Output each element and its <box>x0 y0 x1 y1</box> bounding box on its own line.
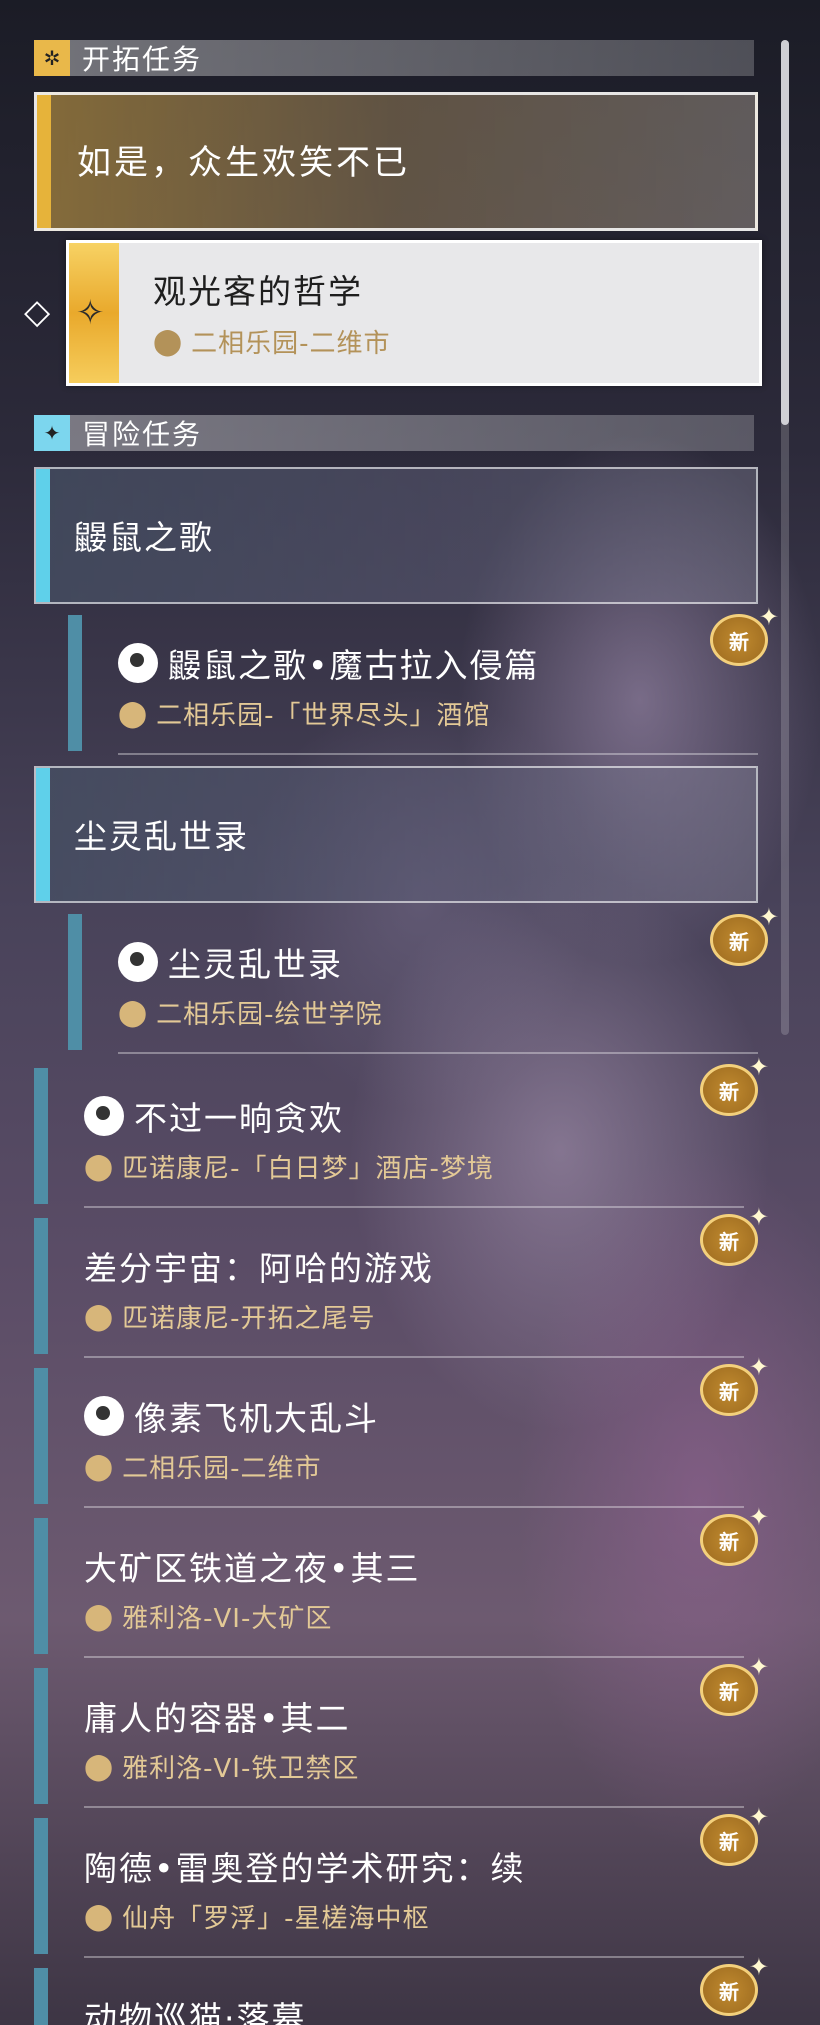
location-pin-icon: ⬤ <box>153 326 184 357</box>
location-text: 二相乐园-二维市 <box>191 329 391 359</box>
trailblaze-badge: ✧ <box>69 243 119 383</box>
selected-indicator-icon: ◇ <box>24 292 51 332</box>
new-badge: 新 ✦ <box>700 1653 769 1716</box>
new-badge: 新 ✦ <box>700 1803 769 1866</box>
divider <box>84 1956 744 1958</box>
quest-title: 鼹鼠之歌•魔古拉入侵篇 <box>118 639 539 687</box>
accent-bar <box>34 1668 48 1804</box>
quest-location: ⬤ 仙舟「罗浮」-星槎海中枢 <box>84 1901 430 1935</box>
accent-bar <box>34 1218 48 1354</box>
accent-bar <box>34 1818 48 1954</box>
mission-location: ⬤ 二相乐园-二维市 <box>153 323 391 360</box>
quest-location: ⬤ 雅利洛-VI-大矿区 <box>84 1601 333 1635</box>
accent-bar <box>34 1968 48 2025</box>
quest-title: 动物巡猫·落幕 <box>84 1999 307 2025</box>
location-pin-icon: ⬤ <box>118 997 149 1028</box>
section-title: 开拓任务 <box>82 43 203 76</box>
accent-bar <box>68 914 82 1050</box>
quest-item[interactable]: 陶德•雷奥登的学术研究：续 ⬤ 仙舟「罗浮」-星槎海中枢 <box>34 1818 744 1958</box>
group-title: 尘灵乱世录 <box>74 817 249 856</box>
quest-item[interactable]: 不过一晌贪欢 ⬤ 匹诺康尼-「白日梦」酒店-梦境 <box>34 1068 744 1208</box>
quest-location: ⬤ 匹诺康尼-「白日梦」酒店-梦境 <box>84 1151 494 1185</box>
quest-title: 大矿区铁道之夜•其三 <box>84 1549 421 1588</box>
accent-bar <box>34 1518 48 1654</box>
adventure-group-header[interactable]: 尘灵乱世录 <box>34 766 758 903</box>
divider <box>84 1356 744 1358</box>
sparkle-icon: ✦ <box>748 1653 769 1681</box>
sparkle-icon: ✦ <box>748 1953 769 1981</box>
new-badge: 新 ✦ <box>700 1353 769 1416</box>
location-pin-icon: ⬤ <box>84 1601 115 1632</box>
accent-bar <box>34 1368 48 1504</box>
accent-bar <box>36 469 50 602</box>
new-badge: 新 ✦ <box>700 1503 769 1566</box>
trailblaze-mission-item[interactable]: ✧ 观光客的哲学 ⬤ 二相乐园-二维市 <box>66 240 762 386</box>
quest-title: 差分宇宙：阿哈的游戏 <box>84 1249 434 1288</box>
sparkle-icon: ✦ <box>758 903 779 931</box>
adventure-section-header: ✦ 冒险任务 <box>34 415 754 451</box>
divider <box>118 1052 758 1054</box>
accent-bar <box>36 768 50 901</box>
quest-item[interactable]: 动物巡猫·落幕 <box>34 1968 724 2025</box>
accent-bar <box>68 615 82 751</box>
quest-location: ⬤ 二相乐园-二维市 <box>84 1451 322 1485</box>
new-badge: 新 ✦ <box>700 1203 769 1266</box>
daily-quest-icon <box>118 942 158 982</box>
divider <box>118 753 758 755</box>
adventure-group-header[interactable]: 鼹鼠之歌 <box>34 467 758 604</box>
divider <box>84 1806 744 1808</box>
sparkle-icon: ✦ <box>748 1053 769 1081</box>
divider <box>84 1506 744 1508</box>
group-title: 鼹鼠之歌 <box>74 518 214 557</box>
quest-title: 庸人的容器•其二 <box>84 1699 351 1738</box>
new-badge: 新 ✦ <box>700 1053 769 1116</box>
diamond-star-icon: ✦ <box>34 415 70 451</box>
quest-location: ⬤ 二相乐园-「世界尽头」酒馆 <box>118 698 491 732</box>
quest-item[interactable]: 大矿区铁道之夜•其三 ⬤ 雅利洛-VI-大矿区 <box>34 1518 744 1658</box>
daily-quest-icon <box>84 1096 124 1136</box>
section-title: 冒险任务 <box>82 418 203 451</box>
trailblaze-mission-group[interactable]: 如是，众生欢笑不已 <box>34 92 758 231</box>
location-pin-icon: ⬤ <box>84 1751 115 1782</box>
gear-icon: ✲ <box>34 40 70 76</box>
quest-item[interactable]: 差分宇宙：阿哈的游戏 ⬤ 匹诺康尼-开拓之尾号 <box>34 1218 744 1358</box>
quest-location: ⬤ 二相乐园-绘世学院 <box>118 997 383 1031</box>
sparkle-icon: ✦ <box>748 1203 769 1231</box>
quest-item[interactable]: 庸人的容器•其二 ⬤ 雅利洛-VI-铁卫禁区 <box>34 1668 744 1808</box>
new-badge: 新 ✦ <box>710 603 779 666</box>
location-pin-icon: ⬤ <box>84 1451 115 1482</box>
divider <box>84 1206 744 1208</box>
new-badge: 新 ✦ <box>710 903 779 966</box>
quest-item[interactable]: 尘灵乱世录 ⬤ 二相乐园-绘世学院 <box>68 914 758 1054</box>
quest-title: 尘灵乱世录 <box>118 938 343 986</box>
quest-item[interactable]: 鼹鼠之歌•魔古拉入侵篇 ⬤ 二相乐园-「世界尽头」酒馆 <box>68 615 758 755</box>
daily-quest-icon <box>84 1396 124 1436</box>
divider <box>84 1656 744 1658</box>
quest-title: 像素飞机大乱斗 <box>84 1392 379 1440</box>
quest-title: 不过一晌贪欢 <box>84 1092 344 1140</box>
location-pin-icon: ⬤ <box>84 1151 115 1182</box>
sparkle-icon: ✦ <box>748 1503 769 1531</box>
quest-item[interactable]: 像素飞机大乱斗 ⬤ 二相乐园-二维市 <box>34 1368 744 1508</box>
scrollbar-thumb[interactable] <box>781 40 789 425</box>
quest-location: ⬤ 雅利洛-VI-铁卫禁区 <box>84 1751 360 1785</box>
daily-quest-icon <box>118 643 158 683</box>
trailblaze-star-icon: ✧ <box>76 293 105 333</box>
accent-bar <box>37 95 51 228</box>
quest-location: ⬤ 匹诺康尼-开拓之尾号 <box>84 1301 376 1335</box>
location-pin-icon: ⬤ <box>118 698 149 729</box>
sparkle-icon: ✦ <box>748 1353 769 1381</box>
quest-title: 陶德•雷奥登的学术研究：续 <box>84 1849 526 1888</box>
new-badge: 新 ✦ <box>700 1953 769 2016</box>
sparkle-icon: ✦ <box>748 1803 769 1831</box>
location-pin-icon: ⬤ <box>84 1901 115 1932</box>
location-pin-icon: ⬤ <box>84 1301 115 1332</box>
trailblaze-section-header: ✲ 开拓任务 <box>34 40 754 76</box>
accent-bar <box>34 1068 48 1204</box>
sparkle-icon: ✦ <box>758 603 779 631</box>
mission-title: 观光客的哲学 <box>153 272 363 311</box>
mission-group-title: 如是，众生欢笑不已 <box>77 143 410 183</box>
